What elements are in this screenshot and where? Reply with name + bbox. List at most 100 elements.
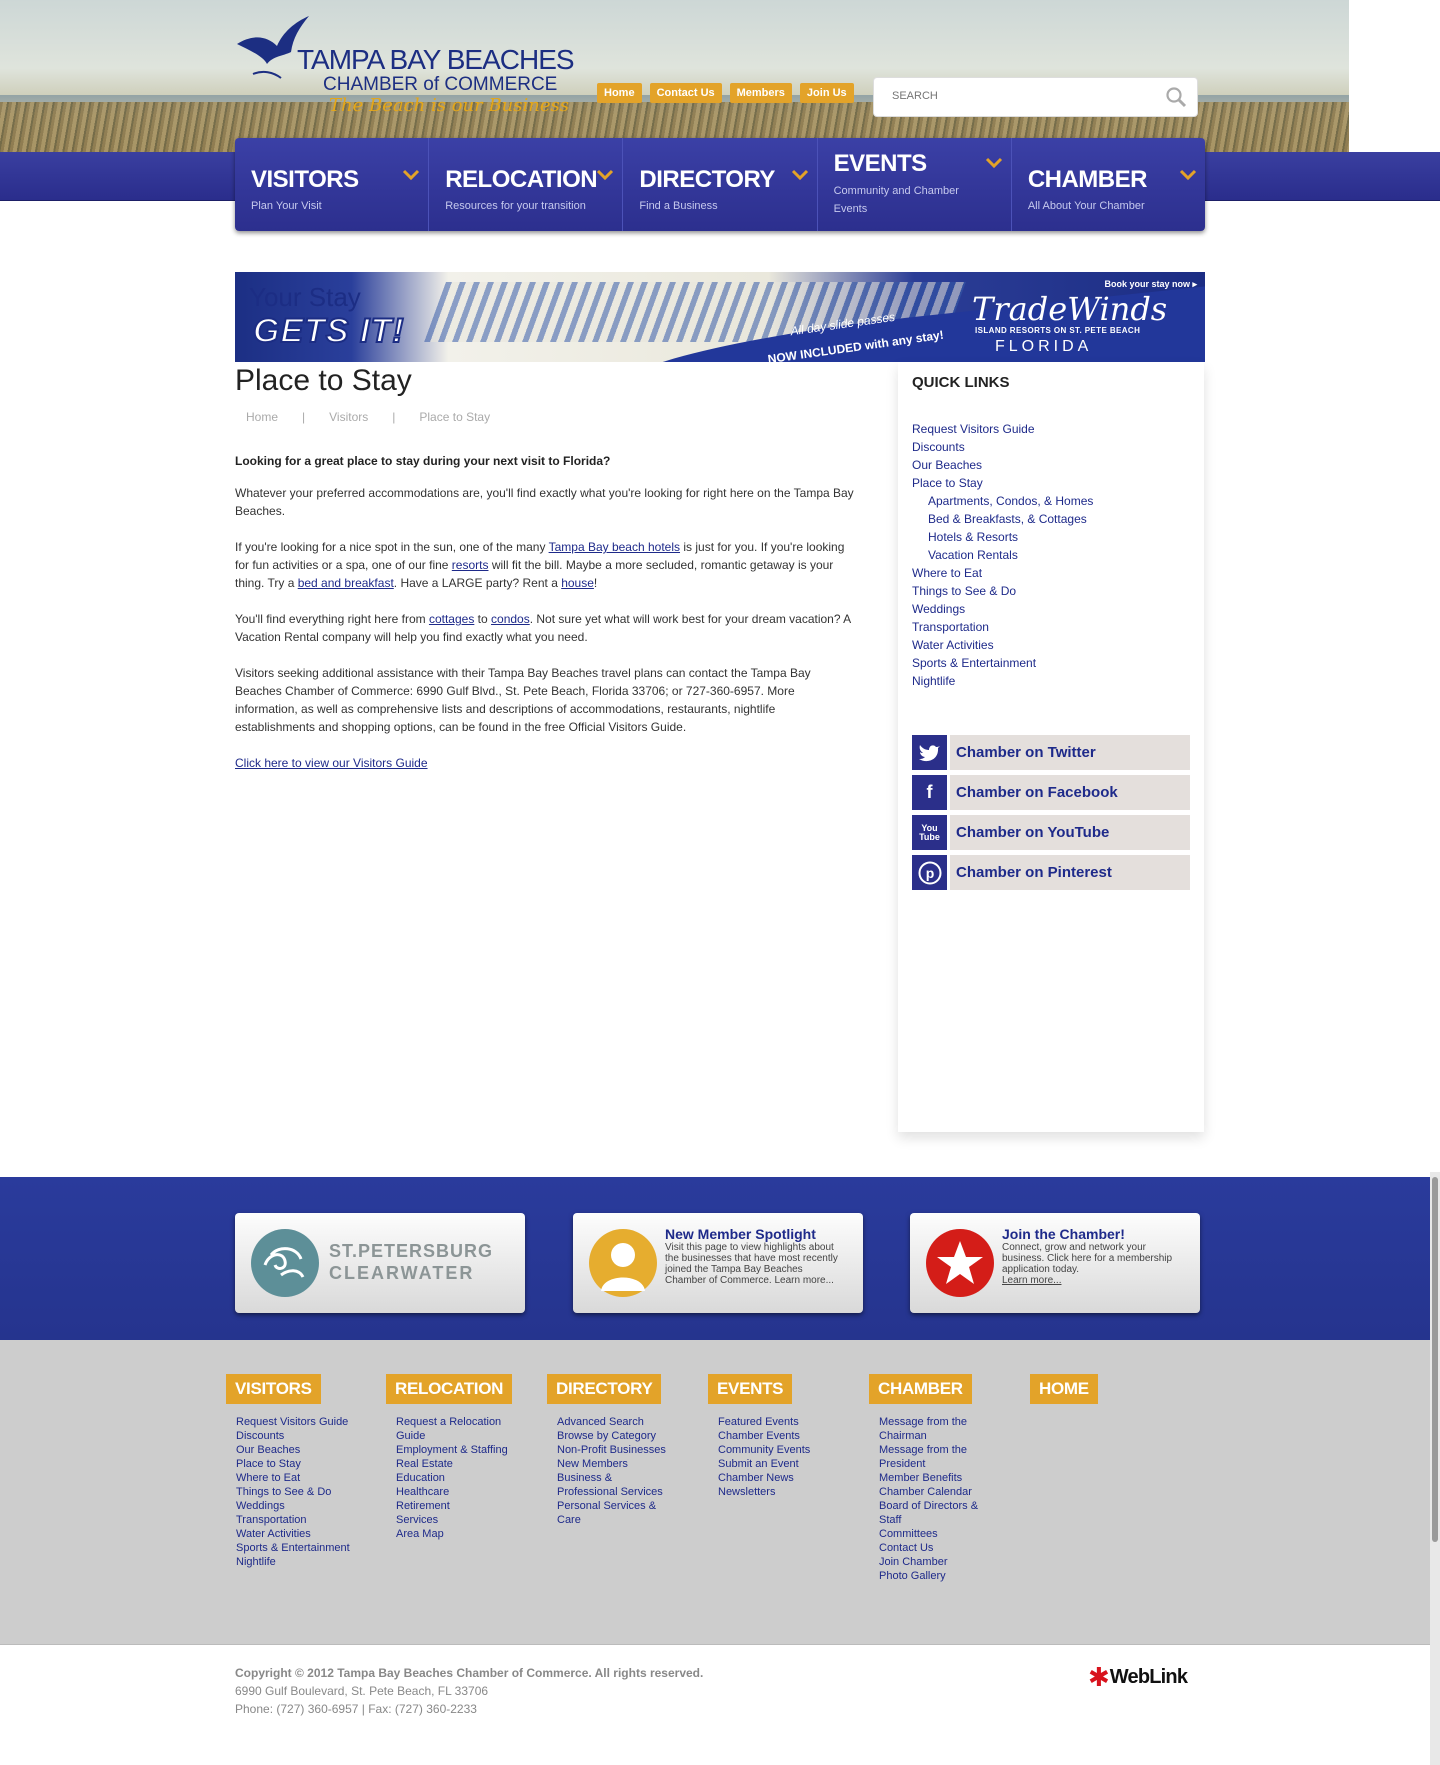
quick-link[interactable]: Apartments, Condos, & Homes — [912, 492, 1093, 510]
footer-column-heading[interactable]: DIRECTORY — [547, 1374, 662, 1404]
quick-link[interactable]: Nightlife — [912, 672, 1093, 690]
nav-relocation[interactable]: RELOCATION Resources for your transition — [429, 138, 624, 231]
chevron-down-icon[interactable] — [1179, 168, 1197, 181]
hotels-link[interactable]: Tampa Bay beach hotels — [549, 540, 680, 554]
logo[interactable]: TAMPA BAY BEACHES CHAMBER of COMMERCE Th… — [233, 14, 575, 119]
promo-learn-more[interactable]: Learn more... — [1002, 1275, 1061, 1286]
quick-link[interactable]: Transportation — [912, 618, 1093, 636]
banner-book-link[interactable]: Book your stay now ▸ — [1104, 279, 1197, 290]
search-icon[interactable] — [1165, 86, 1187, 108]
breadcrumb-home[interactable]: Home — [246, 410, 278, 424]
footer-link[interactable]: Education — [396, 1471, 514, 1485]
social-twitter[interactable]: Chamber on Twitter — [912, 735, 1190, 770]
footer-link[interactable]: Chamber News — [718, 1471, 836, 1485]
footer-link[interactable]: Photo Gallery — [879, 1569, 997, 1583]
footer-link[interactable]: Sports & Entertainment — [236, 1541, 354, 1555]
quick-link[interactable]: Hotels & Resorts — [912, 528, 1093, 546]
footer-link[interactable]: Healthcare — [396, 1485, 514, 1499]
footer-link[interactable]: Advanced Search — [557, 1415, 675, 1429]
ad-banner[interactable]: Your Stay GETS IT! All day slide passes … — [235, 272, 1205, 362]
footer-link[interactable]: Water Activities — [236, 1527, 354, 1541]
footer-link[interactable]: Request a Relocation Guide — [396, 1415, 514, 1443]
search-input[interactable] — [892, 90, 1152, 102]
nav-directory[interactable]: DIRECTORY Find a Business — [623, 138, 818, 231]
bed-and-breakfast-link[interactable]: bed and breakfast — [298, 576, 394, 590]
footer-column-heading[interactable]: HOME — [1030, 1374, 1098, 1404]
condos-link[interactable]: condos — [491, 612, 530, 626]
footer-link[interactable]: Request Visitors Guide — [236, 1415, 354, 1429]
footer-link[interactable]: Services — [396, 1513, 514, 1527]
quick-link[interactable]: Weddings — [912, 600, 1093, 618]
footer-link[interactable]: Our Beaches — [236, 1443, 354, 1457]
weblink-logo[interactable]: ✱ WebLink — [1088, 1664, 1188, 1690]
footer-link[interactable]: Place to Stay — [236, 1457, 354, 1471]
social-facebook[interactable]: f Chamber on Facebook — [912, 775, 1190, 810]
footer-link[interactable]: Real Estate — [396, 1457, 514, 1471]
footer-link[interactable]: Message from the Chairman — [879, 1415, 997, 1443]
footer-link[interactable]: Nightlife — [236, 1555, 354, 1569]
chevron-down-icon[interactable] — [791, 168, 809, 181]
resorts-link[interactable]: resorts — [452, 558, 489, 572]
chevron-down-icon[interactable] — [596, 168, 614, 181]
footer-link[interactable]: Chamber Calendar — [879, 1485, 997, 1499]
quick-link[interactable]: Bed & Breakfasts, & Cottages — [912, 510, 1093, 528]
footer-link[interactable]: Business & Professional Services — [557, 1471, 675, 1499]
footer-link[interactable]: Contact Us — [879, 1541, 997, 1555]
footer-link[interactable]: Transportation — [236, 1513, 354, 1527]
footer-link[interactable]: New Members — [557, 1457, 675, 1471]
footer-link[interactable]: Featured Events — [718, 1415, 836, 1429]
visitors-guide-link[interactable]: Click here to view our Visitors Guide — [235, 756, 428, 770]
breadcrumb-visitors[interactable]: Visitors — [329, 410, 368, 424]
quick-link[interactable]: Place to Stay — [912, 474, 1093, 492]
footer-column-heading[interactable]: CHAMBER — [869, 1374, 972, 1404]
footer-link[interactable]: Submit an Event — [718, 1457, 836, 1471]
quick-link[interactable]: Discounts — [912, 438, 1093, 456]
promo-new-member-spotlight[interactable]: New Member Spotlight Visit this page to … — [573, 1213, 863, 1313]
footer-column-heading[interactable]: VISITORS — [226, 1374, 321, 1404]
footer-link[interactable]: Personal Services & Care — [557, 1499, 675, 1527]
quick-link[interactable]: Sports & Entertainment — [912, 654, 1093, 672]
social-youtube[interactable]: You Tube Chamber on YouTube — [912, 815, 1190, 850]
footer-link[interactable]: Browse by Category — [557, 1429, 675, 1443]
top-button-contact[interactable]: Contact Us — [649, 83, 722, 103]
quick-link[interactable]: Vacation Rentals — [912, 546, 1093, 564]
chevron-down-icon[interactable] — [985, 156, 1003, 169]
house-link[interactable]: house — [561, 576, 594, 590]
footer-link[interactable]: Community Events — [718, 1443, 836, 1457]
footer-link[interactable]: Discounts — [236, 1429, 354, 1443]
quick-link[interactable]: Water Activities — [912, 636, 1093, 654]
nav-chamber[interactable]: CHAMBER All About Your Chamber — [1012, 138, 1205, 231]
promo-join-chamber[interactable]: Join the Chamber! Connect, grow and netw… — [910, 1213, 1200, 1313]
footer-link[interactable]: Committees — [879, 1527, 997, 1541]
scrollbar[interactable] — [1430, 1172, 1440, 1765]
footer-link[interactable]: Weddings — [236, 1499, 354, 1513]
footer-column-heading[interactable]: EVENTS — [708, 1374, 793, 1404]
footer-link[interactable]: Chamber Events — [718, 1429, 836, 1443]
footer-link[interactable]: Where to Eat — [236, 1471, 354, 1485]
promo-learn-more[interactable]: Learn more... — [774, 1275, 833, 1286]
scrollbar-thumb[interactable] — [1432, 1177, 1438, 1542]
footer-link[interactable]: Area Map — [396, 1527, 514, 1541]
footer-link[interactable]: Newsletters — [718, 1485, 836, 1499]
footer-link[interactable]: Message from the President — [879, 1443, 997, 1471]
quick-link[interactable]: Our Beaches — [912, 456, 1093, 474]
footer-link[interactable]: Join Chamber — [879, 1555, 997, 1569]
quick-link[interactable]: Things to See & Do — [912, 582, 1093, 600]
quick-link[interactable]: Where to Eat — [912, 564, 1093, 582]
footer-column-heading[interactable]: RELOCATION — [386, 1374, 513, 1404]
promo-stpete-clearwater[interactable]: ST.PETERSBURG CLEARWATER — [235, 1213, 525, 1313]
social-pinterest[interactable]: p Chamber on Pinterest — [912, 855, 1190, 890]
top-button-home[interactable]: Home — [597, 83, 642, 103]
chevron-down-icon[interactable] — [402, 168, 420, 181]
nav-visitors[interactable]: VISITORS Plan Your Visit — [235, 138, 430, 231]
top-button-members[interactable]: Members — [729, 83, 792, 103]
footer-link[interactable]: Retirement — [396, 1499, 514, 1513]
footer-link[interactable]: Member Benefits — [879, 1471, 997, 1485]
quick-link[interactable]: Request Visitors Guide — [912, 420, 1093, 438]
footer-link[interactable]: Board of Directors & Staff — [879, 1499, 997, 1527]
footer-link[interactable]: Things to See & Do — [236, 1485, 354, 1499]
footer-link[interactable]: Non-Profit Businesses — [557, 1443, 675, 1457]
nav-events[interactable]: EVENTS Community and Chamber Events — [818, 138, 1012, 231]
top-button-join[interactable]: Join Us — [799, 83, 854, 103]
footer-link[interactable]: Employment & Staffing — [396, 1443, 514, 1457]
